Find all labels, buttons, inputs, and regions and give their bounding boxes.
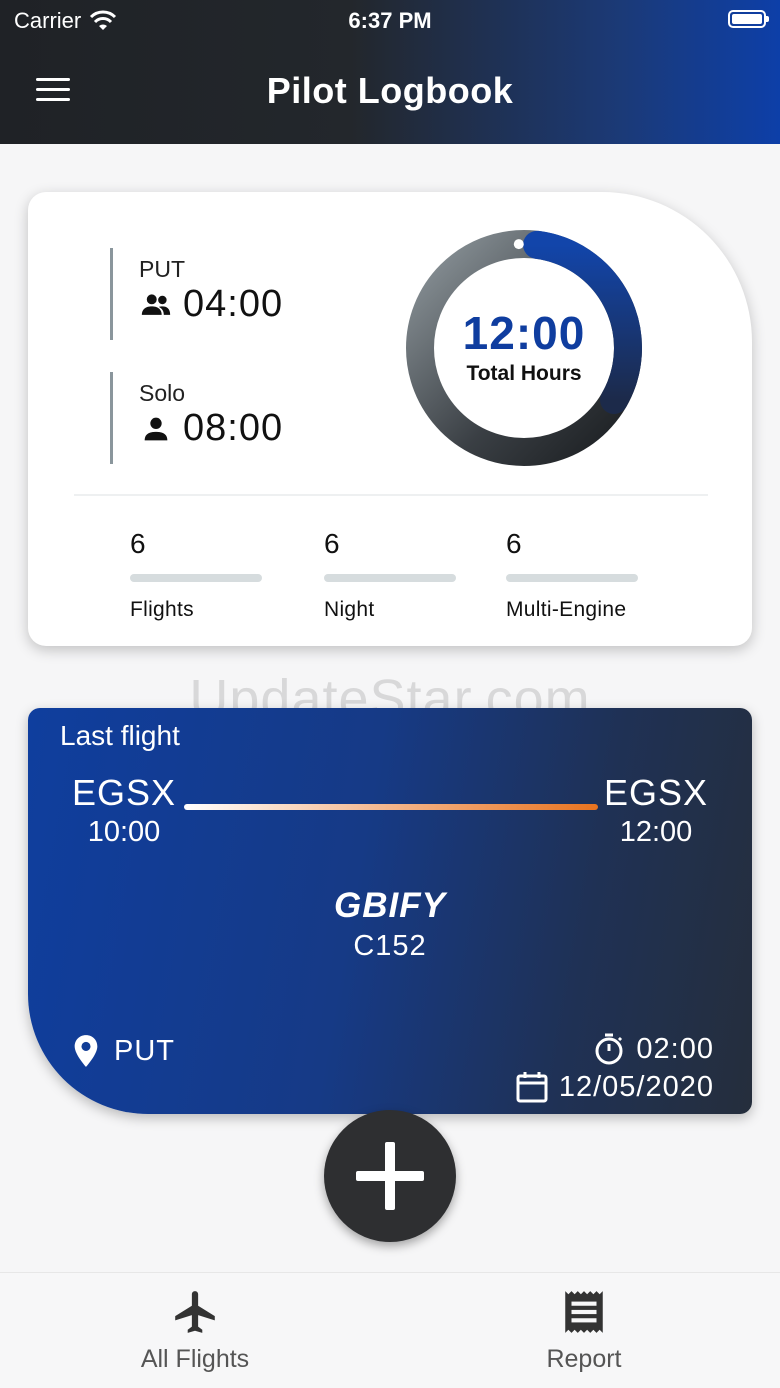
battery-icon [728, 10, 769, 28]
location-pin-icon [74, 1035, 98, 1067]
person-icon [144, 417, 168, 440]
flight-date: 12/05/2020 [515, 1070, 714, 1104]
solo-label: Solo [139, 380, 186, 406]
departure: EGSX 10:00 [72, 772, 176, 849]
metric-multi-engine: 6 Multi-Engine [506, 528, 638, 622]
tab-report[interactable]: Report [464, 1287, 704, 1374]
metric-bar [130, 574, 262, 582]
aircraft-type: C152 [353, 930, 427, 962]
metric-label: Multi-Engine [506, 598, 627, 621]
flight-duration-value: 02:00 [636, 1032, 714, 1065]
arrival: EGSX 12:00 [604, 772, 708, 849]
divider [74, 494, 708, 496]
metric-bar [324, 574, 456, 582]
flight-date-value: 12/05/2020 [558, 1070, 714, 1103]
metric-bar [506, 574, 638, 582]
page-title: Pilot Logbook [266, 70, 514, 111]
metric-night: 6 Night [324, 528, 456, 622]
add-flight-button[interactable] [324, 1110, 456, 1242]
flight-role-value: PUT [114, 1034, 175, 1067]
metric-value: 6 [130, 528, 146, 559]
arrival-code: EGSX [603, 772, 708, 813]
stopwatch-icon [595, 1033, 623, 1065]
airplane-icon [175, 1291, 215, 1333]
app-header: Carrier 6:37 PM Pilot Logbook [0, 0, 780, 144]
status-bar: Carrier 6:37 PM [0, 0, 780, 40]
solo-value: 08:00 [183, 407, 284, 449]
tab-label: All Flights [140, 1345, 250, 1373]
put-value: 04:00 [183, 283, 284, 325]
tab-label: Report [546, 1345, 622, 1373]
departure-code: EGSX [72, 772, 177, 813]
total-hours: 12:00 Total Hours [404, 228, 644, 468]
metric-value: 6 [324, 528, 340, 559]
solo-stat: Solo 08:00 [110, 372, 283, 464]
metric-label: Flights [130, 598, 194, 621]
flight-duration: 02:00 [592, 1032, 714, 1066]
arrival-time: 12:00 [619, 816, 693, 848]
last-flight-card[interactable]: Last flight EGSX 10:00 EGSX 12:00 GBIFY … [28, 708, 752, 1114]
receipt-icon [565, 1291, 603, 1333]
put-label: PUT [139, 256, 185, 282]
metric-label: Night [324, 598, 375, 621]
summary-card: PUT 04:00 Solo 08:00 12:00 Total Hours 6… [28, 192, 752, 646]
metric-value: 6 [506, 528, 522, 559]
aircraft-registration: GBIFY [334, 886, 446, 925]
total-hours-label: Total Hours [466, 362, 582, 385]
departure-time: 10:00 [87, 816, 161, 848]
calendar-icon [516, 1072, 548, 1103]
metric-flights: 6 Flights [130, 528, 262, 622]
tab-all-flights[interactable]: All Flights [75, 1287, 315, 1374]
last-flight-label: Last flight [60, 720, 180, 751]
flight-role: PUT [72, 1034, 175, 1068]
status-time: 6:37 PM [348, 8, 432, 33]
group-icon [141, 293, 171, 315]
tab-bar: All Flights Report [0, 1272, 780, 1388]
total-hours-value: 12:00 [462, 307, 586, 359]
put-stat: PUT 04:00 [110, 248, 283, 340]
route-line [184, 804, 598, 810]
